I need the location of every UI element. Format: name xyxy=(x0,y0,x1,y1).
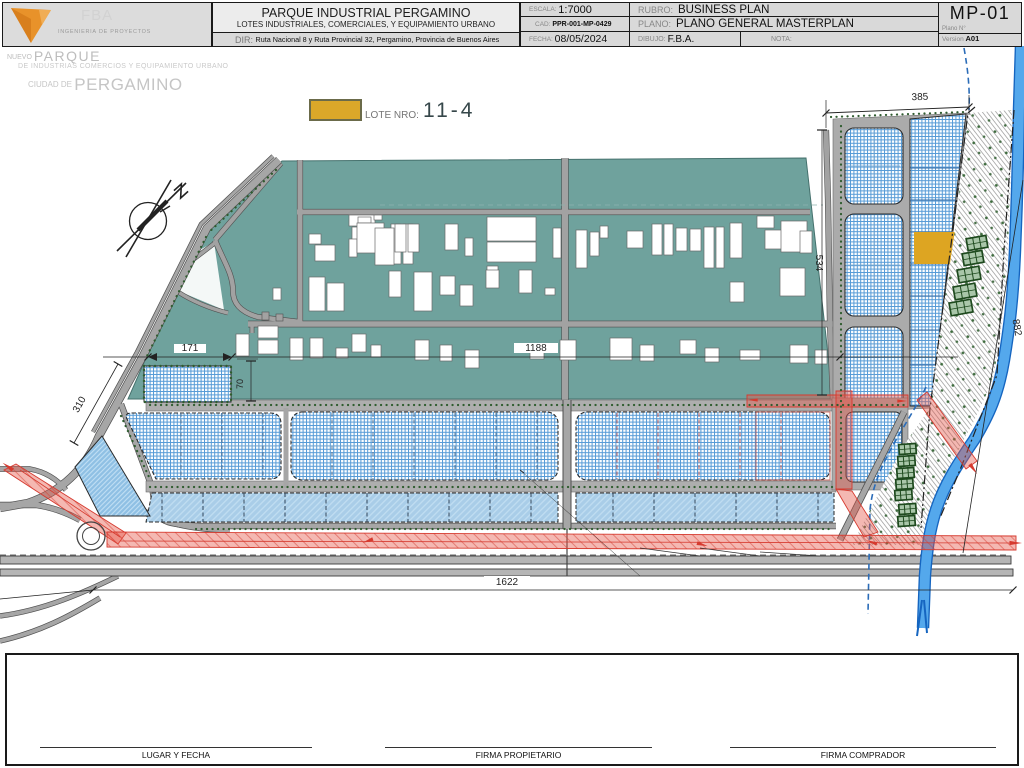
svg-text:1188: 1188 xyxy=(525,343,547,354)
svg-text:310: 310 xyxy=(71,394,89,414)
svg-text:70: 70 xyxy=(235,379,245,389)
svg-text:385: 385 xyxy=(911,92,928,104)
svg-text:534: 534 xyxy=(813,255,824,272)
svg-text:171: 171 xyxy=(182,343,199,354)
svg-text:1622: 1622 xyxy=(496,577,519,588)
